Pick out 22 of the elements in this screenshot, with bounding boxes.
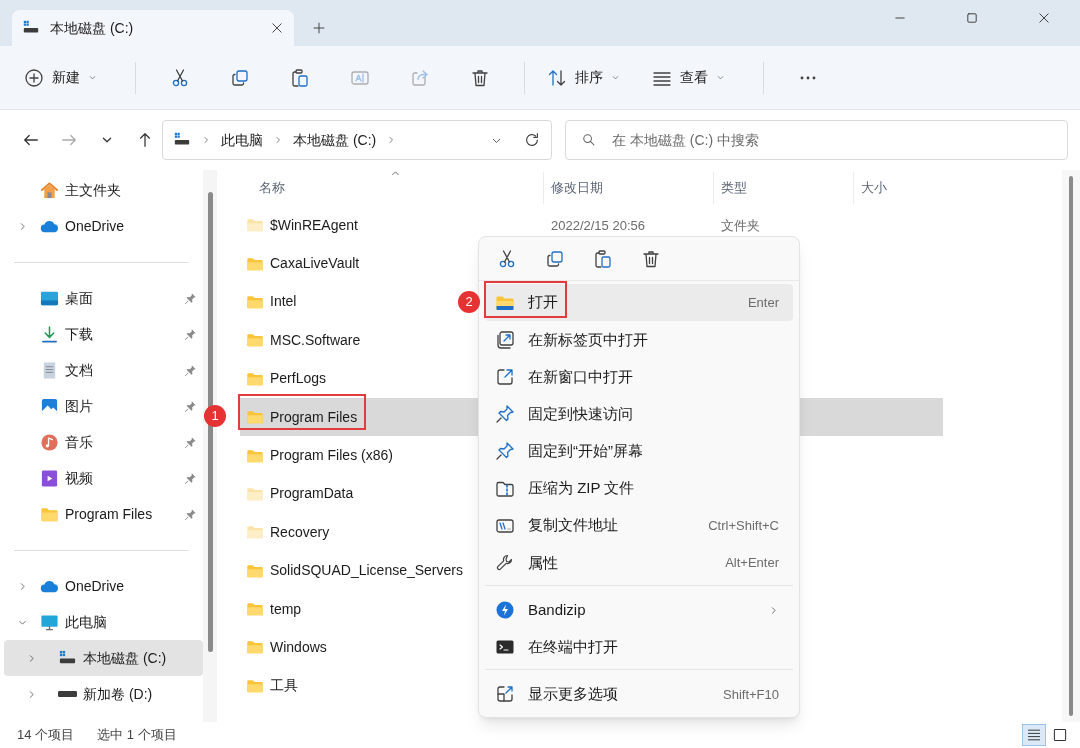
selection-count: 选中 1 个项目	[97, 726, 177, 745]
file-name: SolidSQUAD_License_Servers	[270, 561, 463, 581]
file-name: $WinREAgent	[270, 215, 358, 235]
file-name: Program Files (x86)	[270, 446, 393, 466]
shortcut-text: Enter	[747, 293, 779, 312]
file-name: Recovery	[270, 522, 330, 542]
file-name: MSC.Software	[270, 330, 361, 350]
shortcut-text: Ctrl+Shift+C	[708, 516, 779, 535]
shortcut-text: Alt+Enter	[725, 554, 779, 573]
type-cell: 文件夹	[721, 218, 760, 234]
file-name: 工具	[270, 676, 298, 696]
item-count: 14 个项目	[17, 726, 75, 745]
window-title: 本地磁盘 (C:)	[50, 18, 135, 38]
date-cell: 2022/2/15 20:56	[551, 218, 645, 234]
file-name: CaxaLiveVault	[270, 254, 360, 274]
shortcut-text: Shift+F10	[723, 685, 779, 704]
file-name: Program Files	[270, 407, 358, 427]
file-name: Intel	[270, 292, 297, 312]
file-name: PerfLogs	[270, 369, 327, 389]
file-name: ProgramData	[270, 484, 354, 504]
file-name: Windows	[270, 638, 327, 657]
file-name: temp	[270, 599, 302, 619]
